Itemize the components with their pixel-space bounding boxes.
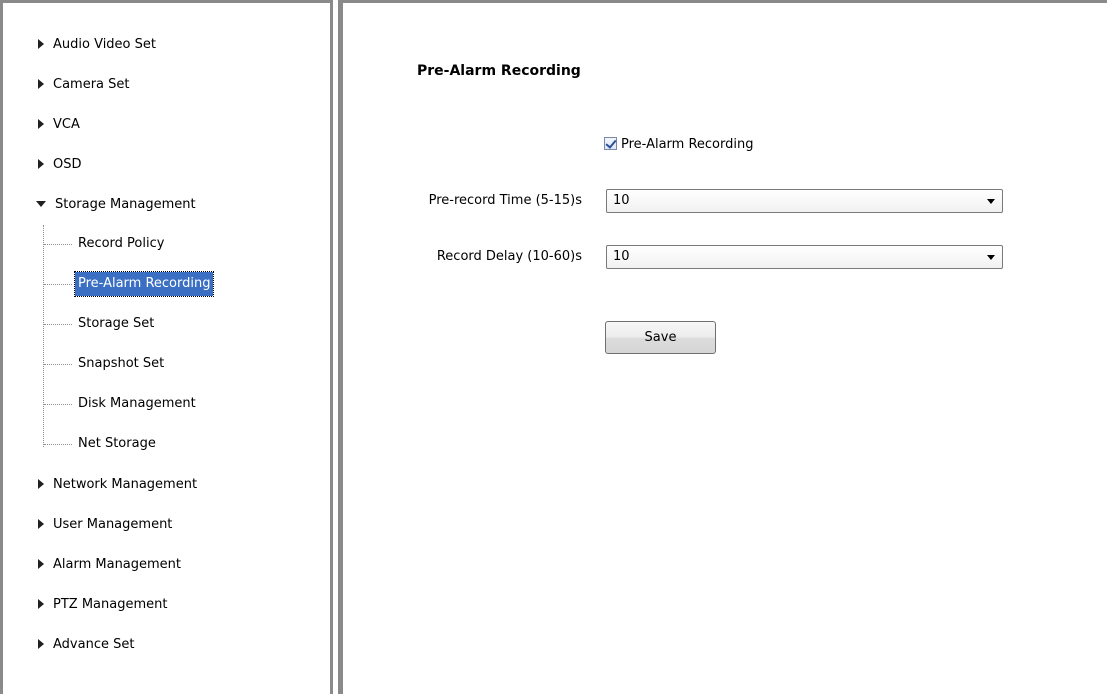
sidebar-item-label: Network Management <box>53 477 198 492</box>
expand-arrow-icon <box>38 38 44 49</box>
collapse-arrow-icon <box>36 200 46 207</box>
expand-arrow-icon <box>38 118 44 129</box>
expand-arrow-icon <box>38 478 44 489</box>
select-value: 10 <box>613 193 630 208</box>
expand-arrow-icon <box>38 158 44 169</box>
dropdown-arrow-icon <box>987 255 995 260</box>
sidebar-item-disk-management[interactable]: Disk Management <box>75 392 199 416</box>
tree-connector-branch <box>44 284 72 285</box>
tree-connector-branch <box>44 324 72 325</box>
sidebar-item-label: PTZ Management <box>53 597 168 612</box>
sidebar-item-storage-management[interactable]: Storage Management <box>36 194 196 216</box>
expand-arrow-icon <box>38 518 44 529</box>
tree-connector-branch <box>44 364 72 365</box>
sidebar-item-osd[interactable]: OSD <box>36 154 82 176</box>
tree-connector-branch <box>44 244 72 245</box>
sidebar-item-advance-set[interactable]: Advance Set <box>36 634 134 656</box>
sidebar-item-ptz-management[interactable]: PTZ Management <box>36 594 167 616</box>
select-value: 10 <box>613 249 630 264</box>
sidebar-nav: Audio Video Set Camera Set VCA OSD Stora… <box>3 3 330 694</box>
checkmark-icon <box>605 137 617 149</box>
checkbox-label: Pre-Alarm Recording <box>621 137 754 152</box>
sidebar-item-label: VCA <box>53 117 80 132</box>
expand-arrow-icon <box>38 598 44 609</box>
pre-alarm-recording-checkbox-row[interactable]: Pre-Alarm Recording <box>604 135 753 155</box>
sidebar-item-vca[interactable]: VCA <box>36 114 80 136</box>
sidebar-item-label: Camera Set <box>53 77 130 92</box>
save-button[interactable]: Save <box>605 321 716 354</box>
expand-arrow-icon <box>38 558 44 569</box>
sidebar-item-label: Audio Video Set <box>53 37 156 52</box>
sidebar-item-network-management[interactable]: Network Management <box>36 474 197 496</box>
record-delay-select[interactable]: 10 <box>606 245 1003 269</box>
page-title: Pre-Alarm Recording <box>417 63 581 79</box>
sidebar-item-label: Alarm Management <box>53 557 182 572</box>
sidebar-item-pre-alarm-recording[interactable]: Pre-Alarm Recording <box>73 271 215 297</box>
sidebar-item-label: OSD <box>53 157 82 172</box>
sidebar-item-record-policy[interactable]: Record Policy <box>75 232 167 256</box>
tree-connector-branch <box>44 404 72 405</box>
sidebar-item-audio-video-set[interactable]: Audio Video Set <box>36 34 156 56</box>
sidebar-item-storage-set[interactable]: Storage Set <box>75 312 157 336</box>
sidebar-item-label: User Management <box>53 517 173 532</box>
expand-arrow-icon <box>38 78 44 89</box>
sidebar-item-label: Storage Management <box>55 197 196 212</box>
pre-record-time-select[interactable]: 10 <box>606 189 1003 213</box>
sidebar-item-alarm-management[interactable]: Alarm Management <box>36 554 181 576</box>
record-delay-label: Record Delay (10-60)s <box>436 249 582 264</box>
sidebar-item-snapshot-set[interactable]: Snapshot Set <box>75 352 167 376</box>
pre-record-time-label: Pre-record Time (5-15)s <box>428 193 582 208</box>
sidebar-item-label: Advance Set <box>53 637 135 652</box>
sidebar-item-camera-set[interactable]: Camera Set <box>36 74 130 96</box>
tree-connector-branch <box>44 444 72 445</box>
dropdown-arrow-icon <box>987 199 995 204</box>
expand-arrow-icon <box>38 638 44 649</box>
tree-connector-line <box>43 225 44 447</box>
settings-panel: Pre-Alarm Recording Pre-Alarm Recording … <box>343 3 1107 694</box>
sidebar-item-net-storage[interactable]: Net Storage <box>75 432 159 456</box>
sidebar-item-user-management[interactable]: User Management <box>36 514 172 536</box>
pre-alarm-recording-checkbox[interactable] <box>604 137 617 150</box>
